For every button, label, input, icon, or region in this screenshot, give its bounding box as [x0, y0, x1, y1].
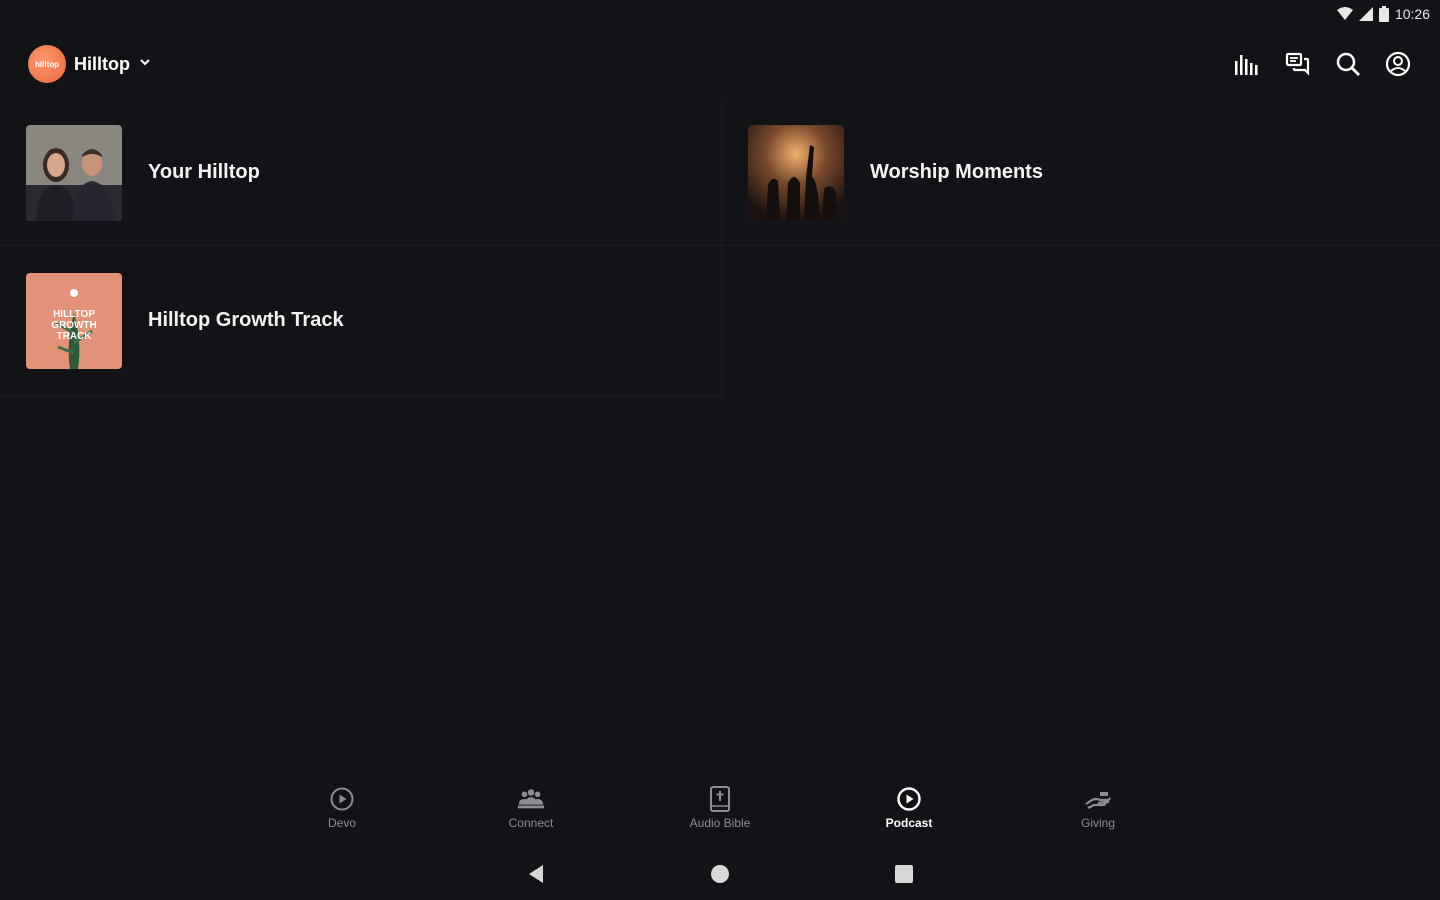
org-name: Hilltop	[74, 53, 130, 74]
system-navigation	[0, 856, 1440, 892]
nav-devo[interactable]: Devo	[248, 786, 437, 842]
nav-podcast[interactable]: Podcast	[815, 786, 1004, 842]
chevron-down-icon	[138, 55, 152, 74]
podcast-title: Worship Moments	[870, 161, 1043, 183]
wifi-icon	[1336, 7, 1353, 21]
thumbnail-text: HILLTOP GROWTH TRACK	[51, 308, 97, 342]
nav-label: Giving	[1080, 816, 1115, 830]
clock: 10:26	[1394, 6, 1430, 22]
podcast-card-your-hilltop[interactable]: Your Hilltop	[0, 100, 722, 246]
nav-connect[interactable]: Connect	[437, 786, 626, 842]
nav-label: Devo	[327, 816, 356, 830]
account-icon[interactable]	[1384, 50, 1412, 78]
org-logo: hilltop	[28, 45, 66, 83]
nav-label: Podcast	[885, 816, 933, 830]
podcast-thumbnail: HILLTOP GROWTH TRACK	[26, 272, 122, 369]
podcast-thumbnail	[748, 124, 844, 221]
bottom-navigation: Devo Connect Audio Bible Podcast Giving	[0, 786, 1440, 842]
org-switcher[interactable]: hilltop Hilltop	[28, 45, 152, 83]
giving-hand-icon	[1084, 786, 1112, 812]
battery-icon	[1378, 6, 1389, 22]
podcast-card-growth-track[interactable]: HILLTOP GROWTH TRACK Hilltop Growth Trac…	[0, 246, 722, 396]
chat-icon[interactable]	[1284, 50, 1312, 78]
nav-label: Audio Bible	[689, 816, 751, 830]
podcast-title: Hilltop Growth Track	[148, 309, 344, 331]
podcast-card-worship-moments[interactable]: Worship Moments	[722, 100, 1440, 246]
empty-cell	[722, 246, 1440, 396]
podcast-grid: Your Hilltop Worship Moments HILLTOP GRO…	[0, 100, 1440, 396]
header-actions	[1234, 50, 1412, 78]
podcast-icon	[895, 786, 923, 812]
nav-giving[interactable]: Giving	[1004, 786, 1193, 842]
equalizer-icon[interactable]	[1234, 50, 1262, 78]
home-icon[interactable]	[708, 862, 732, 886]
nav-audio-bible[interactable]: Audio Bible	[626, 786, 815, 842]
org-logo-text: hilltop	[35, 59, 59, 69]
nav-label: Connect	[508, 816, 554, 830]
signal-icon	[1358, 7, 1373, 21]
bible-icon	[706, 786, 734, 812]
top-app-bar: hilltop Hilltop	[0, 40, 1440, 88]
recents-icon[interactable]	[892, 862, 916, 886]
podcast-thumbnail	[26, 124, 122, 221]
back-icon[interactable]	[524, 862, 548, 886]
status-bar: 10:26	[0, 0, 1440, 28]
search-icon[interactable]	[1334, 50, 1362, 78]
play-circle-icon	[328, 786, 356, 812]
podcast-title: Your Hilltop	[148, 161, 260, 183]
people-icon	[517, 786, 545, 812]
